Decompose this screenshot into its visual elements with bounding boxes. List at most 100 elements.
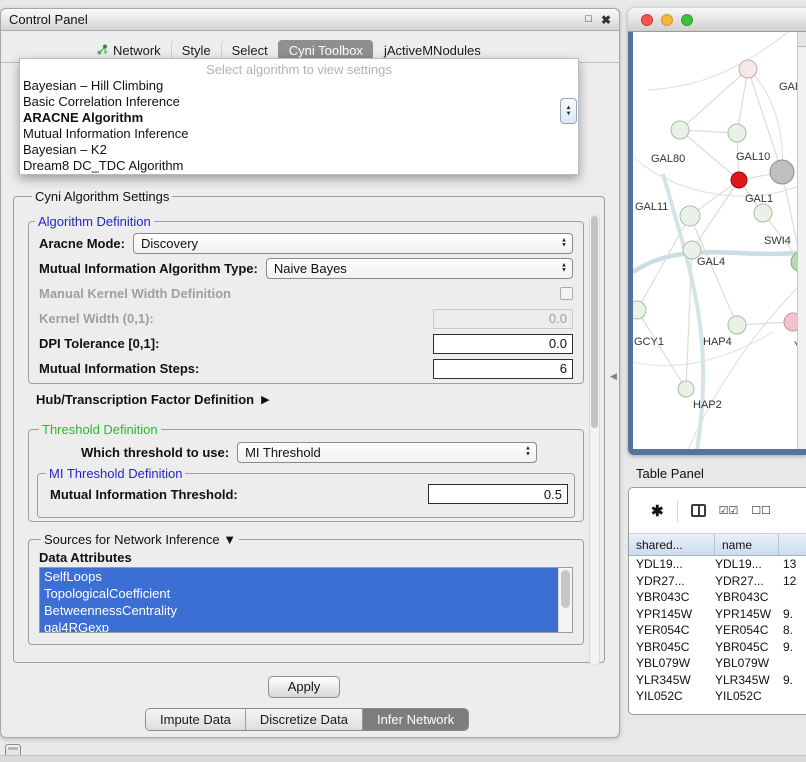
- table-row[interactable]: YBR045CYBR045C9.: [629, 639, 806, 656]
- control-panel-titlebar[interactable]: Control Panel □ ✖: [1, 9, 619, 31]
- bottom-tab-discretize-data[interactable]: Discretize Data: [245, 709, 362, 730]
- attribute-item[interactable]: TopologicalCoefficient: [40, 585, 558, 602]
- mi-steps-row: Mutual Information Steps: 6: [31, 356, 575, 381]
- zoom-traffic-light[interactable]: [681, 14, 693, 26]
- algorithm-option-basic-correlation-inference[interactable]: Basic Correlation Inference: [20, 94, 578, 110]
- mi-algorithm-type-value: Naive Bayes: [274, 261, 347, 276]
- network-edge: [782, 172, 797, 262]
- dpi-tolerance-row: DPI Tolerance [0,1]: 0.0: [31, 331, 575, 356]
- network-edge: [637, 310, 686, 389]
- close-icon[interactable]: ✖: [601, 14, 611, 26]
- column-header[interactable]: shared...: [629, 534, 715, 555]
- float-window-icon[interactable]: □: [585, 14, 592, 25]
- table-cell: 9.: [779, 607, 806, 621]
- manual-kernel-checkbox[interactable]: [560, 287, 573, 300]
- table-row[interactable]: YIL052CYIL052C: [629, 688, 806, 705]
- network-node[interactable]: [728, 124, 746, 142]
- attribute-item[interactable]: BetweennessCentrality: [40, 602, 558, 619]
- which-threshold-row: Which threshold to use: MI Threshold ▲▼: [35, 439, 577, 465]
- minimize-traffic-light[interactable]: [661, 14, 673, 26]
- sources-toggle[interactable]: Sources for Network Inference ▼: [41, 532, 239, 547]
- columns-icon[interactable]: [691, 504, 706, 517]
- select-all-icon[interactable]: ☑☑: [719, 504, 739, 517]
- network-node[interactable]: [754, 204, 772, 222]
- table-row[interactable]: YLR345WYLR345W9.: [629, 672, 806, 689]
- manual-kernel-row: Manual Kernel Width Definition: [31, 281, 575, 306]
- column-header[interactable]: name: [715, 534, 779, 555]
- network-icon: [97, 43, 108, 58]
- network-scrollbar[interactable]: [797, 32, 806, 449]
- table-row[interactable]: YBL079WYBL079W: [629, 655, 806, 672]
- table-row[interactable]: YBR043CYBR043C: [629, 589, 806, 606]
- mi-threshold-input[interactable]: 0.5: [428, 484, 568, 504]
- hub-section-toggle[interactable]: Hub/Transcription Factor Definition ▶: [28, 386, 584, 412]
- attribute-item[interactable]: SelfLoops: [40, 568, 558, 585]
- table-row[interactable]: YPR145WYPR145W9.: [629, 606, 806, 623]
- aracne-mode-select[interactable]: Discovery ▲▼: [133, 233, 573, 254]
- network-canvas[interactable]: GALGAL80GAL10GAL11GAL1SWI4GAL4GCY1HAP4YH…: [633, 32, 806, 449]
- column-header[interactable]: [779, 534, 806, 555]
- table-cell: YBR045C: [715, 640, 779, 654]
- combo-arrows-icon: ▲▼: [561, 263, 567, 274]
- settings-scrollbar-thumb[interactable]: [591, 216, 598, 428]
- sources-group: Sources for Network Inference ▼ Data Att…: [28, 532, 584, 645]
- table-cell: YBR043C: [715, 590, 779, 604]
- table-row[interactable]: YER054CYER054C8.: [629, 622, 806, 639]
- algorithm-combo-spinner[interactable]: ▲ ▼: [560, 98, 577, 124]
- network-node[interactable]: [731, 172, 747, 188]
- dpi-tolerance-input[interactable]: 0.0: [433, 334, 573, 354]
- threshold-definition-group: Threshold Definition Which threshold to …: [28, 422, 584, 522]
- table-row[interactable]: YDR27...YDR27...12: [629, 573, 806, 590]
- network-svg[interactable]: GALGAL80GAL10GAL11GAL1SWI4GAL4GCY1HAP4YH…: [633, 32, 797, 449]
- network-edge: [737, 69, 748, 133]
- table-cell: YPR145W: [715, 607, 779, 621]
- network-node[interactable]: [784, 313, 797, 331]
- bottom-tab-impute-data[interactable]: Impute Data: [146, 709, 245, 730]
- network-node[interactable]: [633, 301, 646, 319]
- cyni-settings-group: Cyni Algorithm Settings Algorithm Defini…: [13, 189, 605, 663]
- chevron-right-icon: ▶: [261, 393, 269, 406]
- mi-steps-input[interactable]: 6: [433, 359, 573, 379]
- algorithm-popup-header: Select algorithm to view settings: [20, 59, 578, 78]
- close-traffic-light[interactable]: [641, 14, 653, 26]
- table-cell: YIL052C: [629, 689, 715, 703]
- kernel-width-input: 0.0: [433, 309, 573, 329]
- algorithm-list: Bayesian – Hill ClimbingBasic Correlatio…: [20, 78, 578, 174]
- attributes-scrollbar[interactable]: [558, 568, 572, 632]
- table-row[interactable]: YDL19...YDL19...13: [629, 556, 806, 573]
- table-cell: YDL19...: [715, 557, 779, 571]
- scroll-up-button[interactable]: [798, 32, 806, 47]
- mi-algorithm-type-select[interactable]: Naive Bayes ▲▼: [266, 258, 573, 279]
- algorithm-option-mutual-information-inference[interactable]: Mutual Information Inference: [20, 126, 578, 142]
- network-node[interactable]: [739, 60, 757, 78]
- algorithm-option-bayesian-k2[interactable]: Bayesian – K2: [20, 142, 578, 158]
- network-node[interactable]: [671, 121, 689, 139]
- attributes-scrollbar-thumb[interactable]: [561, 570, 570, 608]
- gear-icon[interactable]: ✱: [651, 502, 664, 520]
- settings-scrollbar[interactable]: [589, 214, 600, 666]
- tab-label: Network: [113, 43, 161, 58]
- network-node-label: GAL10: [736, 151, 770, 163]
- apply-button[interactable]: Apply: [268, 676, 340, 698]
- network-view-window: GALGAL80GAL10GAL11GAL1SWI4GAL4GCY1HAP4YH…: [628, 8, 806, 455]
- table-cell: YLR345W: [629, 673, 715, 687]
- which-threshold-select[interactable]: MI Threshold ▲▼: [237, 442, 537, 463]
- attribute-item[interactable]: gal4RGexp: [40, 619, 558, 633]
- deselect-all-icon[interactable]: ☐☐: [751, 504, 771, 517]
- tab-label: jActiveMNodules: [384, 43, 481, 58]
- desktop: Control Panel □ ✖ NetworkStyleSelectCyni…: [0, 0, 806, 762]
- algorithm-option-bayesian-hill-climbing[interactable]: Bayesian – Hill Climbing: [20, 78, 578, 94]
- network-node[interactable]: [680, 206, 700, 226]
- algorithm-option-aracne-algorithm[interactable]: ARACNE Algorithm: [20, 110, 578, 126]
- panel-collapse-arrow[interactable]: ◀: [610, 371, 617, 382]
- network-node[interactable]: [770, 160, 794, 184]
- algorithm-option-dream8-dc-tdc-algorithm[interactable]: Dream8 DC_TDC Algorithm: [20, 158, 578, 174]
- kernel-width-row: Kernel Width (0,1): 0.0: [31, 306, 575, 331]
- network-node[interactable]: [728, 316, 746, 334]
- table-cell: 13: [779, 557, 806, 571]
- network-node[interactable]: [678, 381, 694, 397]
- bottom-tab-infer-network[interactable]: Infer Network: [362, 709, 468, 730]
- network-window-titlebar[interactable]: [628, 8, 806, 32]
- window-buttons: □ ✖: [585, 14, 611, 26]
- network-node-label: GAL11: [635, 201, 668, 213]
